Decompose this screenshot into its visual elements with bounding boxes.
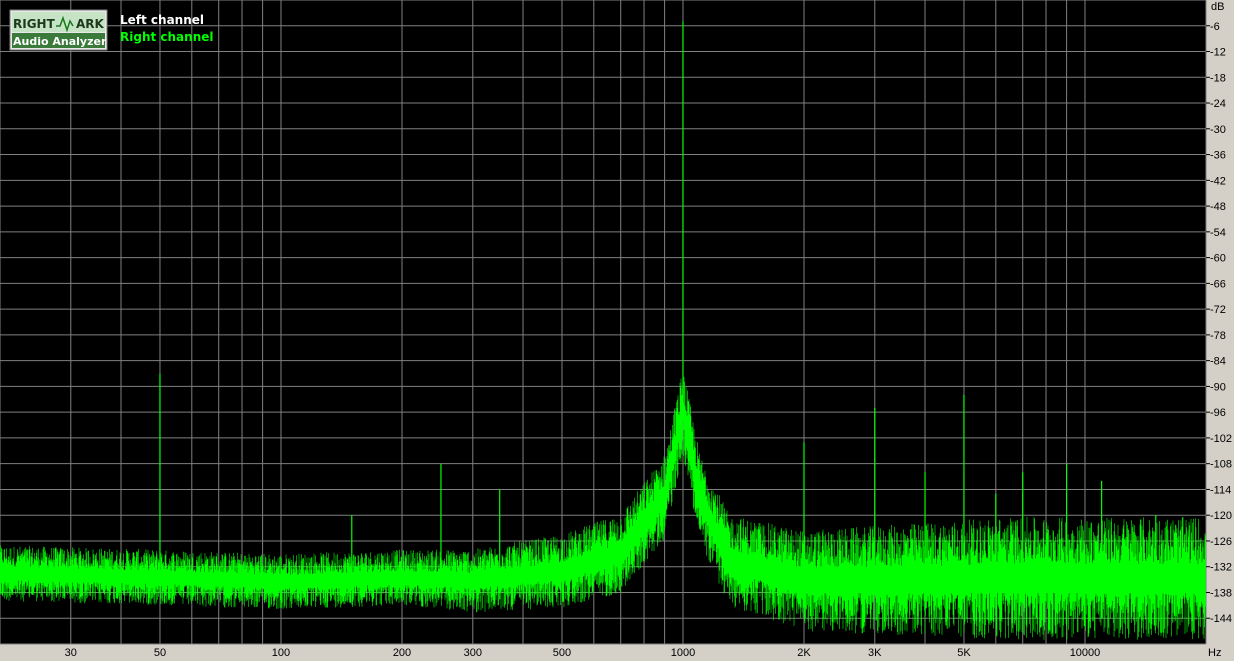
y-tick-label: -6: [1210, 21, 1220, 33]
bottom-axis-panel: [0, 644, 1234, 661]
y-tick-label: -66: [1210, 278, 1226, 290]
y-tick-label: -90: [1210, 381, 1226, 393]
legend-left-channel: Left channel: [120, 13, 204, 27]
y-tick-label: -84: [1210, 356, 1226, 368]
x-tick-label: 10000: [1070, 647, 1101, 659]
y-tick-label: -72: [1210, 304, 1226, 316]
svg-text:Audio Analyzer: Audio Analyzer: [13, 35, 107, 48]
x-axis-unit-label: Hz: [1208, 647, 1221, 659]
x-tick-label: 50: [154, 647, 166, 659]
y-tick-label: -48: [1210, 201, 1226, 213]
spectrum-chart: -6 -12 -18 -24 -30 -36 -42 -48 -54 -60 -66 -72 -78 -8…: [0, 0, 1234, 661]
svg-text:RIGHT: RIGHT: [13, 17, 56, 31]
y-tick-label: -108: [1210, 459, 1232, 471]
y-tick-label: -102: [1210, 433, 1232, 445]
y-tick-label: -24: [1210, 98, 1226, 110]
y-tick-label: -18: [1210, 72, 1226, 84]
y-tick-label: -138: [1210, 587, 1232, 599]
x-tick-label: 30: [65, 647, 77, 659]
y-tick-label: -60: [1210, 253, 1226, 265]
y-tick-label: -54: [1210, 227, 1226, 239]
x-tick-label: 100: [272, 647, 290, 659]
y-tick-label: -96: [1210, 407, 1226, 419]
x-tick-label: 1000: [671, 647, 695, 659]
y-tick-label: -30: [1210, 124, 1226, 136]
x-tick-label: 200: [393, 647, 411, 659]
x-tick-label: 5K: [957, 647, 971, 659]
x-tick-label: 2K: [797, 647, 811, 659]
y-tick-label: -120: [1210, 510, 1232, 522]
legend-right-channel: Right channel: [120, 30, 214, 44]
rightmark-logo: RIGHT ARK Audio Analyzer: [9, 9, 108, 51]
x-tick-label: 3K: [868, 647, 882, 659]
x-tick-label: 300: [464, 647, 482, 659]
y-tick-label: -36: [1210, 150, 1226, 162]
y-tick-label: -78: [1210, 330, 1226, 342]
y-tick-label: -144: [1210, 613, 1232, 625]
y-tick-label: -114: [1210, 484, 1231, 496]
y-tick-label: -42: [1210, 175, 1226, 187]
x-tick-label: 500: [553, 647, 571, 659]
y-tick-label: -126: [1210, 536, 1232, 548]
y-tick-label: -12: [1210, 47, 1226, 59]
svg-text:ARK: ARK: [76, 17, 105, 31]
y-tick-label: -132: [1210, 562, 1232, 574]
y-axis-unit-label: dB: [1211, 1, 1224, 13]
